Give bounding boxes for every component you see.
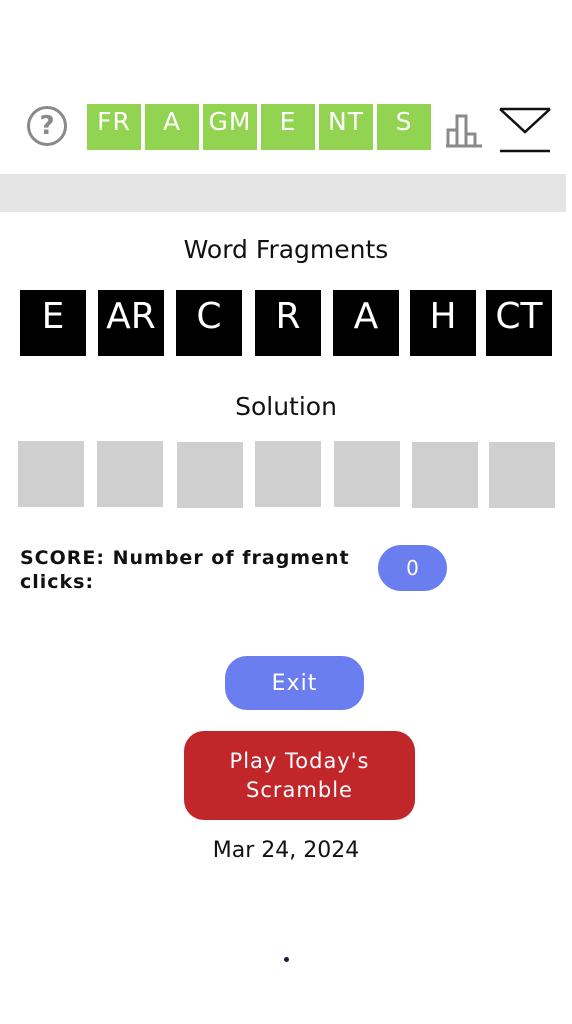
solution-slot[interactable] [97, 441, 163, 507]
header: ? FR A GM E NT S [0, 104, 572, 154]
play-today-button[interactable]: Play Today's Scramble [184, 731, 415, 820]
score-label: SCORE: Number of fragment clicks: [20, 547, 350, 593]
logo-tile: A [145, 104, 199, 150]
logo-tile: NT [319, 104, 373, 150]
logo-tile: GM [203, 104, 257, 150]
solution-slot[interactable] [334, 441, 400, 507]
help-button[interactable]: ? [27, 106, 67, 146]
solution-slot[interactable] [255, 441, 321, 507]
envelope-icon [499, 107, 551, 153]
mail-button[interactable] [499, 106, 551, 154]
solution-slot[interactable] [18, 441, 84, 507]
fragments-title: Word Fragments [183, 235, 389, 264]
question-circle-icon: ? [39, 111, 55, 141]
game-screen: ? FR A GM E NT S Word Fragments E AR C R… [0, 0, 572, 1024]
fragment-tiles: E AR C R A H CT [20, 290, 552, 356]
solution-slot[interactable] [489, 442, 555, 508]
fragment-tile[interactable]: A [333, 290, 399, 356]
score-value: 0 [378, 545, 447, 591]
stats-button[interactable] [444, 110, 484, 150]
fragment-tile[interactable]: C [176, 290, 242, 356]
solution-slot[interactable] [412, 442, 478, 508]
puzzle-date: Mar 24, 2024 [212, 838, 360, 863]
solution-title: Solution [235, 392, 337, 421]
exit-button[interactable]: Exit [225, 656, 364, 710]
fragment-tile[interactable]: H [410, 290, 476, 356]
status-bar [0, 174, 566, 212]
fragment-tile[interactable]: AR [98, 290, 164, 356]
solution-slot[interactable] [177, 442, 243, 508]
bar-chart-icon [446, 114, 482, 148]
solution-slots [18, 441, 558, 509]
fragment-tile[interactable]: E [20, 290, 86, 356]
fragment-tile[interactable]: R [255, 290, 321, 356]
logo-tile: E [261, 104, 315, 150]
fragment-tile[interactable]: CT [486, 290, 552, 356]
logo-tile: S [377, 104, 431, 150]
fragments-logo: FR A GM E NT S [87, 104, 431, 150]
page-indicator-dot [284, 957, 289, 962]
logo-tile: FR [87, 104, 141, 150]
